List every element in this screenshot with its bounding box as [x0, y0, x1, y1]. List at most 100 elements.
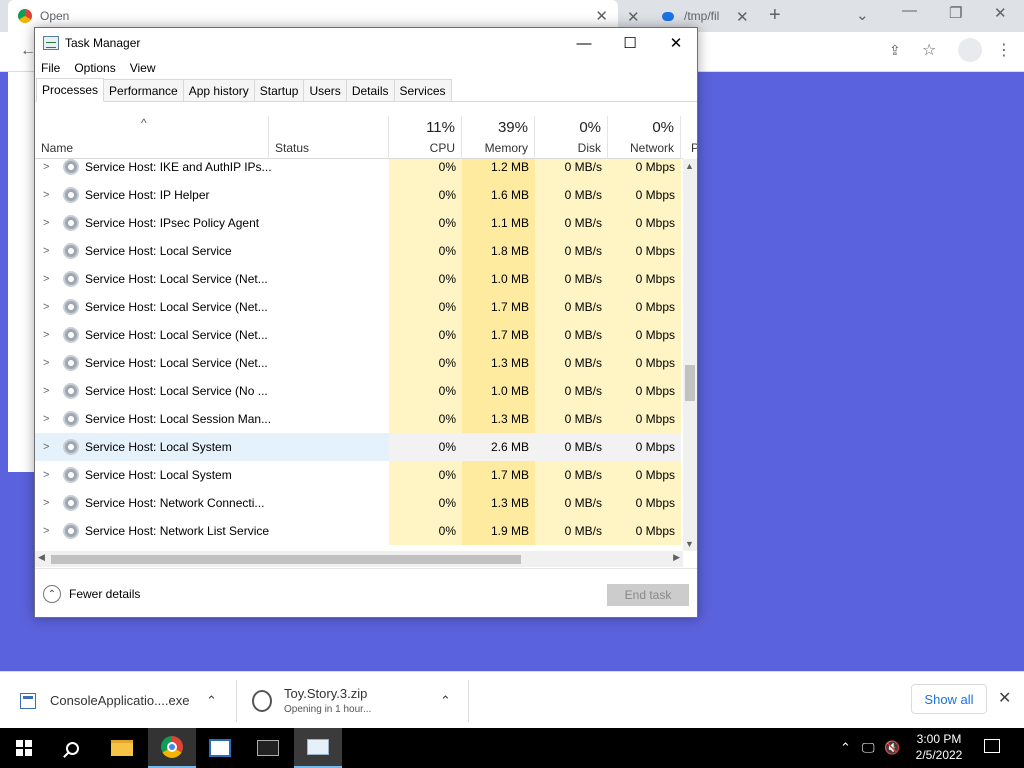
table-row[interactable]: > Service Host: Local Service (Net... 0% 1.… [35, 265, 683, 293]
scroll-up-icon[interactable]: ▲ [685, 161, 694, 171]
notification-icon[interactable] [984, 739, 1000, 753]
more-menu-icon[interactable]: ⋮ [996, 40, 1012, 60]
table-row[interactable]: > Service Host: Local Service (Net... 0% 1.… [35, 349, 683, 377]
download-item-zip[interactable]: Toy.Story.3.zip Opening in 1 hour... ⌃ [252, 672, 462, 729]
process-name-cell: > Service Host: Local Service (Net... [35, 265, 389, 293]
show-all-button[interactable]: Show all [911, 684, 987, 714]
menu-file[interactable]: File [41, 61, 60, 75]
network-cell: 0 Mbps [608, 377, 681, 405]
minimize-icon[interactable]: — [902, 2, 917, 19]
new-tab-button[interactable]: + [769, 4, 781, 27]
table-row[interactable]: > Service Host: Local Session Man... 0% 1.3… [35, 405, 683, 433]
disk-cell: 0 MB/s [535, 321, 608, 349]
task-manager-taskbar-button[interactable] [294, 728, 342, 768]
column-power[interactable]: P [681, 116, 697, 159]
chevron-right-icon[interactable]: > [43, 405, 49, 433]
disk-cell: 0 MB/s [535, 433, 608, 461]
volume-muted-icon[interactable]: 🔇 [884, 728, 900, 768]
search-button[interactable] [48, 728, 96, 768]
header-network: Network [629, 141, 674, 155]
close-tab-icon[interactable]: ✕ [736, 8, 749, 26]
maximize-button[interactable]: ☐ [607, 28, 653, 58]
share-icon[interactable]: ⇪ [889, 42, 901, 59]
chevron-right-icon[interactable]: > [43, 209, 49, 237]
tab-search-icon[interactable]: ⌄ [856, 6, 869, 24]
tab-services[interactable]: Services [393, 79, 452, 101]
chevron-right-icon[interactable]: > [43, 433, 49, 461]
profile-avatar-icon[interactable] [958, 38, 982, 62]
table-row[interactable]: > Service Host: IPsec Policy Agent 0% 1.1 M… [35, 209, 683, 237]
chevron-right-icon[interactable]: > [43, 517, 49, 545]
chevron-right-icon[interactable]: > [43, 293, 49, 321]
column-cpu[interactable]: 11% CPU [389, 116, 462, 159]
vertical-scrollbar[interactable]: ▲ ▼ [683, 159, 697, 551]
tab-details[interactable]: Details [345, 79, 395, 101]
download-item-exe[interactable]: ConsoleApplicatio....exe ⌃ [20, 672, 230, 729]
table-row[interactable]: > Service Host: Local Service 0% 1.8 MB 0 MB… [35, 237, 683, 265]
chevron-right-icon[interactable]: > [43, 265, 49, 293]
table-row[interactable]: > Service Host: Network Connecti... 0% 1.3 … [35, 489, 683, 517]
chrome-taskbar-button[interactable] [148, 728, 196, 768]
memory-cell: 1.7 MB [462, 321, 535, 349]
network-cell: 0 Mbps [608, 461, 681, 489]
chevron-up-icon[interactable]: ⌃ [206, 693, 217, 709]
table-row[interactable]: > Service Host: Local Service (Net... 0% 1.… [35, 293, 683, 321]
end-task-button[interactable]: End task [607, 584, 689, 606]
close-window-icon[interactable]: ✕ [994, 4, 1007, 22]
bookmark-star-icon[interactable]: ☆ [922, 40, 936, 60]
menu-options[interactable]: Options [74, 61, 115, 75]
tab-startup[interactable]: Startup [253, 79, 305, 101]
fewer-details-label: Fewer details [69, 587, 141, 601]
close-shelf-icon[interactable]: ✕ [998, 688, 1011, 708]
chevron-right-icon[interactable]: > [43, 377, 49, 405]
close-tab-icon[interactable]: ✕ [595, 7, 608, 25]
column-name[interactable]: ^ Name [35, 116, 269, 159]
column-status[interactable]: Status [269, 116, 389, 159]
memory-cell: 1.2 MB [462, 159, 535, 181]
tab-processes[interactable]: Processes [36, 78, 105, 102]
fewer-details-button[interactable]: ⌃ Fewer details [43, 585, 140, 603]
terminal-taskbar-button[interactable] [244, 728, 292, 768]
scroll-right-icon[interactable]: ▶ [673, 552, 680, 563]
minimize-button[interactable]: — [561, 28, 607, 58]
column-network[interactable]: 0% Network [608, 116, 681, 159]
horizontal-scrollbar[interactable]: ◀ ▶ [35, 551, 683, 567]
table-row[interactable]: > Service Host: IKE and AuthIP IPs... 0% 1.… [35, 159, 683, 181]
table-row[interactable]: > Service Host: Local System 0% 2.6 MB 0 MB/… [35, 433, 683, 461]
scroll-thumb[interactable] [51, 555, 521, 564]
chevron-right-icon[interactable]: > [43, 159, 49, 181]
close-tab-icon[interactable]: ✕ [627, 8, 640, 26]
chevron-right-icon[interactable]: > [43, 349, 49, 377]
scroll-thumb[interactable] [685, 365, 695, 401]
chevron-right-icon[interactable]: > [43, 181, 49, 209]
tab-users[interactable]: Users [303, 79, 347, 101]
scroll-down-icon[interactable]: ▼ [685, 539, 694, 549]
chevron-right-icon[interactable]: > [43, 237, 49, 265]
close-button[interactable]: ✕ [653, 28, 699, 58]
network-icon[interactable]: 🖵 [862, 728, 875, 768]
chevron-right-icon[interactable]: > [43, 321, 49, 349]
start-button[interactable] [0, 728, 48, 768]
column-disk[interactable]: 0% Disk [535, 116, 608, 159]
restore-icon[interactable]: ❐ [949, 4, 962, 22]
chevron-right-icon[interactable]: > [43, 489, 49, 517]
app-taskbar-button[interactable] [196, 728, 244, 768]
divider [236, 680, 237, 722]
show-hidden-icons[interactable]: ⌃ [840, 728, 851, 768]
table-row[interactable]: > Service Host: Local System 0% 1.7 MB 0 MB/… [35, 461, 683, 489]
chevron-right-icon[interactable]: > [43, 461, 49, 489]
menu-bar: File Options View [35, 58, 697, 78]
clock[interactable]: 3:00 PM 2/5/2022 [906, 731, 972, 763]
table-row[interactable]: > Service Host: IP Helper 0% 1.6 MB 0 MB/s 0 … [35, 181, 683, 209]
scroll-left-icon[interactable]: ◀ [38, 552, 45, 563]
table-row[interactable]: > Service Host: Network List Service 0% 1.9… [35, 517, 683, 545]
column-memory[interactable]: 39% Memory [462, 116, 535, 159]
tab-app-history[interactable]: App history [182, 79, 255, 101]
tab-performance[interactable]: Performance [103, 79, 184, 101]
network-cell: 0 Mbps [608, 181, 681, 209]
menu-view[interactable]: View [130, 61, 156, 75]
table-row[interactable]: > Service Host: Local Service (Net... 0% 1.… [35, 321, 683, 349]
table-row[interactable]: > Service Host: Local Service (No ... 0% 1.… [35, 377, 683, 405]
file-explorer-button[interactable] [98, 728, 146, 768]
chevron-up-icon[interactable]: ⌃ [440, 693, 451, 709]
